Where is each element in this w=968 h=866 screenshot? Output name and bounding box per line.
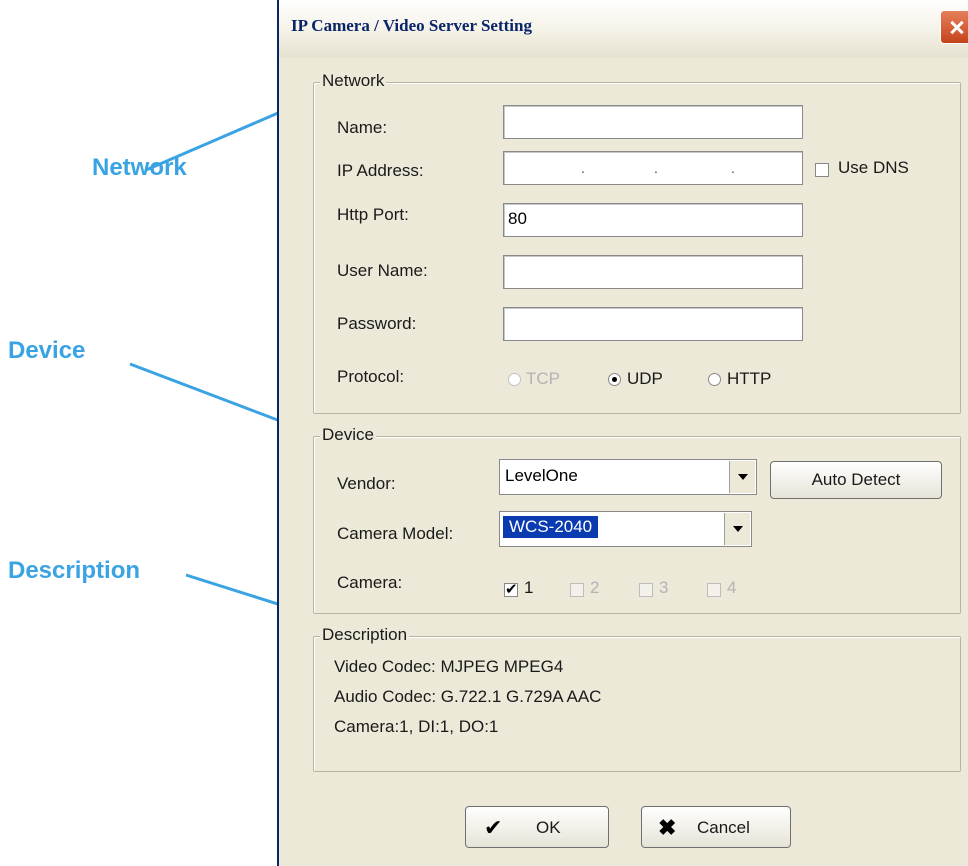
use-dns-label: Use DNS [838,158,909,177]
vendor-label: Vendor: [337,474,396,493]
protocol-tcp-label: TCP [526,369,560,388]
user-name-label: User Name: [337,261,428,280]
chevron-down-icon[interactable] [729,461,755,493]
checkmark-icon: ✔ [484,815,503,840]
ok-label: OK [536,818,561,837]
camera-model-select-value: WCS-2040 [503,516,599,538]
camera-2-label: 2 [590,578,600,597]
chevron-down-icon[interactable] [724,513,750,545]
network-group: Network Name: IP Address: . . . Use DNS … [313,71,961,414]
settings-dialog: IP Camera / Video Server Setting Network… [277,0,968,866]
ip-address-label: IP Address: [337,161,424,180]
protocol-tcp-radio[interactable] [508,373,521,386]
title-bar[interactable]: IP Camera / Video Server Setting [279,0,968,58]
close-icon[interactable] [940,10,968,44]
vendor-select[interactable]: LevelOne [499,459,757,495]
use-dns-checkbox[interactable] [815,163,829,177]
network-group-label: Network [320,71,387,91]
protocol-udp-label: UDP [627,369,663,388]
auto-detect-button[interactable]: Auto Detect [770,461,942,499]
protocol-http-label: HTTP [727,369,772,388]
description-group: Description Video Codec: MJPEG MPEG4 Aud… [313,625,961,772]
user-name-field[interactable] [503,255,803,289]
dialog-title: IP Camera / Video Server Setting [291,16,532,35]
camera-4-label: 4 [727,578,737,597]
camera-1-checkbox[interactable] [504,580,518,598]
password-field[interactable] [503,307,803,341]
password-label: Password: [337,314,417,333]
camera-2-checkbox[interactable] [570,583,584,597]
protocol-udp-radio[interactable] [608,373,621,386]
cancel-label: Cancel [697,818,750,837]
http-port-label: Http Port: [337,205,409,224]
ok-button[interactable]: ✔ OK [465,806,609,848]
cancel-button[interactable]: ✖ Cancel [641,806,791,848]
description-group-label: Description [320,625,410,645]
x-icon: ✖ [658,815,677,840]
ip-separator: . [581,160,585,176]
description-line: Camera:1, DI:1, DO:1 [334,717,499,736]
camera-model-label: Camera Model: [337,524,454,543]
camera-label: Camera: [337,573,403,592]
camera-model-select[interactable]: WCS-2040 [499,511,752,547]
http-port-field[interactable]: 80 [503,203,803,237]
camera-3-label: 3 [659,578,669,597]
name-field[interactable] [503,105,803,139]
device-group-label: Device [320,425,376,445]
name-label: Name: [337,118,388,137]
protocol-label: Protocol: [337,367,405,386]
device-group: Device Vendor: LevelOne Auto Detect Came… [313,425,961,614]
auto-detect-label: Auto Detect [811,470,901,489]
description-line: Video Codec: MJPEG MPEG4 [334,657,564,676]
ip-address-field[interactable]: . . . [503,151,803,185]
camera-1-label: 1 [524,578,534,597]
camera-4-checkbox[interactable] [707,583,721,597]
vendor-select-value: LevelOne [505,466,578,485]
description-line: Audio Codec: G.722.1 G.729A AAC [334,687,602,706]
protocol-http-radio[interactable] [708,373,721,386]
ip-separator: . [654,160,658,176]
camera-3-checkbox[interactable] [639,583,653,597]
ip-separator: . [731,160,735,176]
